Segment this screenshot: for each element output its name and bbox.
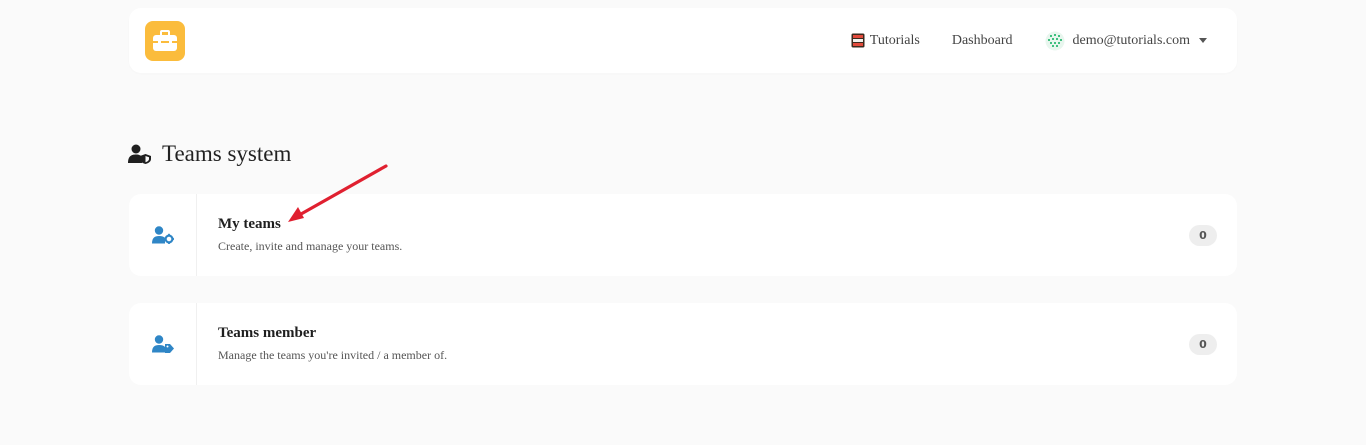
card-title: My teams xyxy=(218,216,281,232)
user-tag-icon xyxy=(129,303,197,385)
page-title-text: Teams system xyxy=(162,141,292,166)
page-title: Teams system xyxy=(128,140,291,168)
caret-down-icon xyxy=(1199,38,1207,43)
card-title: Teams member xyxy=(218,325,317,341)
user-cog-icon xyxy=(129,194,197,276)
nav-link-tutorials[interactable]: Tutorials xyxy=(851,33,920,49)
card-teams-member[interactable]: Teams member Manage the teams you're inv… xyxy=(129,303,1237,385)
nav-links: Tutorials Dashboard demo@tutorials.com xyxy=(851,8,1207,73)
book-icon xyxy=(851,33,865,48)
nav-link-label: Tutorials xyxy=(869,32,920,48)
annotation-arrow xyxy=(288,164,388,222)
user-menu[interactable]: demo@tutorials.com xyxy=(1045,31,1207,51)
user-shield-icon xyxy=(128,144,152,164)
toolbox-icon[interactable] xyxy=(145,21,185,61)
count-badge: 0 xyxy=(1189,334,1217,355)
nav-link-label: Dashboard xyxy=(951,32,1013,48)
count-badge: 0 xyxy=(1189,225,1217,246)
top-navbar: Tutorials Dashboard demo@tutorials.com xyxy=(129,8,1237,73)
nav-link-dashboard[interactable]: Dashboard xyxy=(952,33,1013,49)
card-description: Create, invite and manage your teams. xyxy=(218,239,403,253)
user-email: demo@tutorials.com xyxy=(1072,32,1190,48)
avatar xyxy=(1045,31,1065,51)
card-description: Manage the teams you're invited / a memb… xyxy=(218,348,448,362)
